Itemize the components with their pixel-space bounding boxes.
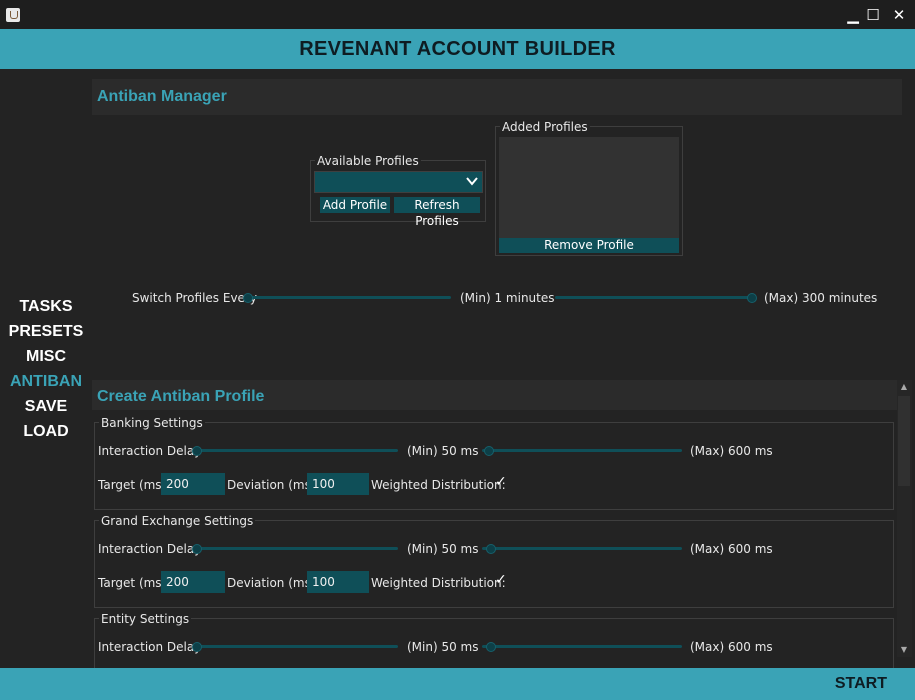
minimize-button[interactable]: ▁ bbox=[843, 6, 863, 24]
scroll-up-icon[interactable]: ▲ bbox=[899, 382, 909, 392]
ge-target-label: Target (ms): bbox=[98, 576, 171, 590]
banking-max-slider-knob[interactable] bbox=[484, 446, 494, 456]
ge-delay-label: Interaction Delay bbox=[98, 542, 202, 556]
ge-target-input[interactable]: 200 bbox=[161, 571, 225, 593]
remove-profile-button[interactable]: Remove Profile bbox=[499, 238, 679, 253]
ge-settings-group bbox=[94, 520, 894, 608]
banking-min-slider-track[interactable] bbox=[193, 449, 398, 452]
banking-weighted-checkbox[interactable]: ✓ bbox=[495, 475, 507, 489]
ge-deviation-input[interactable]: 100 bbox=[307, 571, 369, 593]
entity-delay-label: Interaction Delay bbox=[98, 640, 202, 654]
ge-min-slider-knob[interactable] bbox=[192, 544, 202, 554]
entity-max-slider-knob[interactable] bbox=[486, 642, 496, 652]
switch-max-label: (Max) 300 minutes bbox=[764, 291, 878, 305]
available-profiles-legend: Available Profiles bbox=[315, 154, 421, 168]
entity-min-slider-knob[interactable] bbox=[192, 642, 202, 652]
nav-presets[interactable]: PRESETS bbox=[0, 323, 92, 341]
switch-max-slider-track[interactable] bbox=[555, 296, 755, 299]
banking-min-slider-knob[interactable] bbox=[192, 446, 202, 456]
banking-min-label: (Min) 50 ms bbox=[407, 444, 479, 458]
add-profile-button[interactable]: Add Profile bbox=[320, 197, 390, 213]
banking-deviation-label: Deviation (ms): bbox=[227, 478, 320, 492]
banking-delay-label: Interaction Delay bbox=[98, 444, 202, 458]
ge-max-slider-track[interactable] bbox=[482, 547, 682, 550]
entity-min-label: (Min) 50 ms bbox=[407, 640, 479, 654]
scrollbar-thumb[interactable] bbox=[898, 396, 910, 486]
banking-max-label: (Max) 600 ms bbox=[690, 444, 773, 458]
chevron-down-icon bbox=[466, 177, 478, 186]
banking-target-label: Target (ms): bbox=[98, 478, 171, 492]
entity-max-slider-track[interactable] bbox=[482, 645, 682, 648]
switch-min-label: (Min) 1 minutes bbox=[460, 291, 555, 305]
entity-min-slider-track[interactable] bbox=[193, 645, 398, 648]
nav-antiban[interactable]: ANTIBAN bbox=[0, 373, 92, 391]
added-profiles-legend: Added Profiles bbox=[500, 120, 590, 134]
ge-min-label: (Min) 50 ms bbox=[407, 542, 479, 556]
maximize-button[interactable]: ☐ bbox=[863, 6, 883, 24]
window-titlebar bbox=[0, 0, 915, 29]
switch-profiles-label: Switch Profiles Every bbox=[132, 291, 257, 305]
start-button[interactable]: START bbox=[835, 668, 887, 700]
banking-settings-group bbox=[94, 422, 894, 510]
ge-deviation-label: Deviation (ms): bbox=[227, 576, 320, 590]
switch-max-slider-knob[interactable] bbox=[747, 293, 757, 303]
create-profile-title: Create Antiban Profile bbox=[97, 388, 265, 405]
ge-weighted-checkbox[interactable]: ✓ bbox=[495, 573, 507, 587]
app-footer bbox=[0, 668, 915, 700]
entity-max-label: (Max) 600 ms bbox=[690, 640, 773, 654]
ge-max-label: (Max) 600 ms bbox=[690, 542, 773, 556]
banking-weighted-label: Weighted Distribution: bbox=[371, 478, 506, 492]
java-cup-icon bbox=[6, 8, 20, 22]
available-profiles-select[interactable] bbox=[314, 171, 483, 193]
refresh-profiles-button[interactable]: Refresh Profiles bbox=[394, 197, 480, 228]
nav-misc[interactable]: MISC bbox=[0, 348, 92, 366]
nav-load[interactable]: LOAD bbox=[0, 423, 92, 441]
switch-min-slider-knob[interactable] bbox=[243, 293, 253, 303]
antiban-manager-title: Antiban Manager bbox=[97, 88, 227, 105]
entity-settings-legend: Entity Settings bbox=[99, 612, 192, 626]
ge-settings-legend: Grand Exchange Settings bbox=[99, 514, 256, 528]
nav-tasks[interactable]: TASKS bbox=[0, 298, 92, 316]
ge-min-slider-track[interactable] bbox=[193, 547, 398, 550]
added-profiles-list[interactable] bbox=[499, 137, 679, 238]
banking-target-input[interactable]: 200 bbox=[161, 473, 225, 495]
banking-settings-legend: Banking Settings bbox=[99, 416, 205, 430]
banking-deviation-input[interactable]: 100 bbox=[307, 473, 369, 495]
banking-max-slider-track[interactable] bbox=[482, 449, 682, 452]
ge-max-slider-knob[interactable] bbox=[486, 544, 496, 554]
app-title: REVENANT ACCOUNT BUILDER bbox=[299, 38, 616, 60]
switch-min-slider-track[interactable] bbox=[246, 296, 451, 299]
scroll-down-icon[interactable]: ▼ bbox=[899, 645, 909, 655]
nav-save[interactable]: SAVE bbox=[0, 398, 92, 416]
close-button[interactable]: ✕ bbox=[889, 6, 909, 24]
ge-weighted-label: Weighted Distribution: bbox=[371, 576, 506, 590]
